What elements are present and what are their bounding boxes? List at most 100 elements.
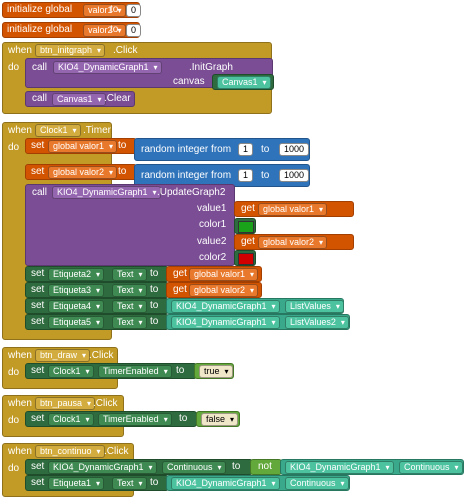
kio4-continuous-getter[interactable]: KIO4_DynamicGraph1 Continuous [166, 475, 350, 491]
color1-block[interactable] [234, 218, 256, 234]
when-label: when [8, 125, 32, 136]
to-label: to [110, 4, 119, 15]
number-input[interactable]: 0 [126, 4, 142, 17]
component-dropdown[interactable]: btn_initgraph [35, 44, 106, 57]
set-label: set [31, 461, 45, 472]
get-global-valor2-block[interactable]: get global valor2 [166, 282, 262, 298]
to-label: to [150, 284, 159, 295]
component-dropdown[interactable]: Clock1 [48, 365, 94, 378]
property-dropdown[interactable]: ListValues [285, 300, 344, 313]
var-dropdown[interactable]: global valor2 [258, 236, 328, 249]
var-dropdown[interactable]: global valor2 [48, 166, 118, 179]
set-clock1-timerenabled-block[interactable]: set Clock1 TimerEnabled to [25, 411, 197, 427]
component-dropdown[interactable]: KIO4_DynamicGraph1 [52, 186, 161, 199]
component-dropdown[interactable]: Canvas1 [217, 76, 271, 89]
var-dropdown[interactable]: global valor2 [189, 284, 259, 297]
call-label: call [32, 93, 48, 104]
component-dropdown[interactable]: KIO4_DynamicGraph1 [171, 300, 280, 313]
set-etiqueta1-text-block[interactable]: set Etiqueta1 Text to [25, 475, 169, 491]
var-name-dropdown[interactable]: valor1 [83, 4, 126, 17]
max-number-input[interactable]: 1000 [279, 143, 310, 156]
param-value1: value1 [197, 203, 227, 214]
property-dropdown[interactable]: Text [112, 284, 147, 297]
color-swatch-green[interactable] [238, 221, 254, 233]
method-name: .InitGraph [189, 62, 233, 73]
set-etiqueta4-text-block[interactable]: set Etiqueta4 Text to [25, 298, 169, 314]
set-etiqueta5-text-block[interactable]: set Etiqueta5 Text to [25, 314, 169, 330]
set-label: set [31, 477, 45, 488]
property-dropdown[interactable]: Text [112, 268, 147, 281]
boolean-true-block[interactable]: true [194, 363, 234, 379]
component-dropdown[interactable]: Clock1 [35, 124, 81, 137]
set-etiqueta2-text-block[interactable]: set Etiqueta2 Text to [25, 266, 169, 282]
from-number-input[interactable]: 1 [238, 143, 254, 156]
kio4-continuous-getter[interactable]: KIO4_DynamicGraph1 Continuous [280, 459, 464, 475]
property-dropdown[interactable]: TimerEnabled [98, 365, 172, 378]
from-number-input[interactable]: 1 [238, 169, 254, 182]
component-dropdown[interactable]: KIO4_DynamicGraph1 [171, 316, 280, 329]
boolean-dropdown[interactable]: false [201, 413, 239, 426]
event-name: .Click [104, 446, 129, 457]
property-dropdown[interactable]: Continuous [399, 461, 463, 474]
component-dropdown[interactable]: Etiqueta5 [48, 316, 105, 329]
property-dropdown[interactable]: Text [112, 477, 147, 490]
init-global-valor2-block[interactable]: initialize global valor2 to 0 [2, 22, 142, 38]
to-label: to [118, 140, 127, 151]
random-label: random integer from [141, 170, 232, 181]
call-updategraph2-block[interactable]: call KIO4_DynamicGraph1 .UpdateGraph2 va… [25, 184, 235, 266]
max-number-input[interactable]: 1000 [279, 169, 310, 182]
set-global-valor2-block[interactable]: set global valor2 to [25, 164, 137, 180]
kio4-listvalues-getter[interactable]: KIO4_DynamicGraph1 ListValues [166, 298, 344, 314]
color-swatch-red[interactable] [238, 253, 254, 265]
kio4-listvalues2-getter[interactable]: KIO4_DynamicGraph1 ListValues2 [166, 314, 350, 330]
component-dropdown[interactable]: KIO4_DynamicGraph1 [171, 477, 280, 490]
number-input[interactable]: 0 [126, 24, 142, 37]
get-global-valor1-block[interactable]: get global valor1 [166, 266, 262, 282]
canvas-component-block[interactable]: Canvas1 [212, 74, 274, 90]
color2-block[interactable] [234, 250, 256, 266]
property-dropdown[interactable]: Continuous [285, 477, 349, 490]
property-dropdown[interactable]: TimerEnabled [98, 413, 172, 426]
when-label: when [8, 350, 32, 361]
event-name: .Timer [83, 125, 111, 136]
method-name: .UpdateGraph2 [157, 187, 226, 198]
get-global-valor2-block[interactable]: get global valor2 [234, 234, 354, 250]
component-dropdown[interactable]: Clock1 [48, 413, 94, 426]
set-etiqueta3-text-block[interactable]: set Etiqueta3 Text to [25, 282, 169, 298]
component-dropdown[interactable]: Etiqueta3 [48, 284, 105, 297]
set-clock1-timerenabled-block[interactable]: set Clock1 TimerEnabled to [25, 363, 197, 379]
to-label: to [261, 170, 270, 181]
boolean-dropdown[interactable]: true [199, 365, 233, 378]
init-global-valor1-block[interactable]: initialize global valor1 to 0 [2, 2, 142, 18]
component-dropdown[interactable]: btn_continuo [35, 445, 105, 458]
logic-not-block[interactable]: not [250, 459, 282, 475]
var-dropdown[interactable]: global valor1 [48, 140, 118, 153]
var-dropdown[interactable]: global valor1 [258, 203, 328, 216]
component-dropdown[interactable]: btn_pausa [35, 397, 96, 410]
do-label: do [8, 415, 20, 426]
set-global-valor1-block[interactable]: set global valor1 to [25, 138, 137, 154]
component-dropdown[interactable]: Etiqueta4 [48, 300, 105, 313]
set-label: set [31, 413, 45, 424]
property-dropdown[interactable]: Text [112, 300, 147, 313]
component-dropdown[interactable]: Etiqueta2 [48, 268, 105, 281]
call-canvas-clear-block[interactable]: call Canvas1 .Clear [25, 91, 135, 107]
property-dropdown[interactable]: Text [112, 316, 147, 329]
set-kio4-continuous-block[interactable]: set KIO4_DynamicGraph1 Continuous to [25, 459, 253, 475]
var-name-dropdown[interactable]: valor2 [83, 24, 126, 37]
event-name: .Click [89, 350, 114, 361]
get-global-valor1-block[interactable]: get global valor1 [234, 201, 354, 217]
component-dropdown[interactable]: btn_draw [35, 349, 91, 362]
component-dropdown[interactable]: KIO4_DynamicGraph1 [53, 61, 162, 74]
component-dropdown[interactable]: Canvas1 [52, 93, 106, 106]
component-dropdown[interactable]: Etiqueta1 [48, 477, 105, 490]
property-dropdown[interactable]: ListValues2 [285, 316, 349, 329]
var-dropdown[interactable]: global valor1 [189, 268, 259, 281]
random-integer-block[interactable]: random integer from 1 to 1000 [134, 138, 310, 161]
boolean-false-block[interactable]: false [196, 411, 240, 427]
property-dropdown[interactable]: Continuous [162, 461, 226, 474]
set-label: set [31, 284, 45, 295]
component-dropdown[interactable]: KIO4_DynamicGraph1 [285, 461, 394, 474]
set-label: set [31, 268, 45, 279]
component-dropdown[interactable]: KIO4_DynamicGraph1 [48, 461, 157, 474]
